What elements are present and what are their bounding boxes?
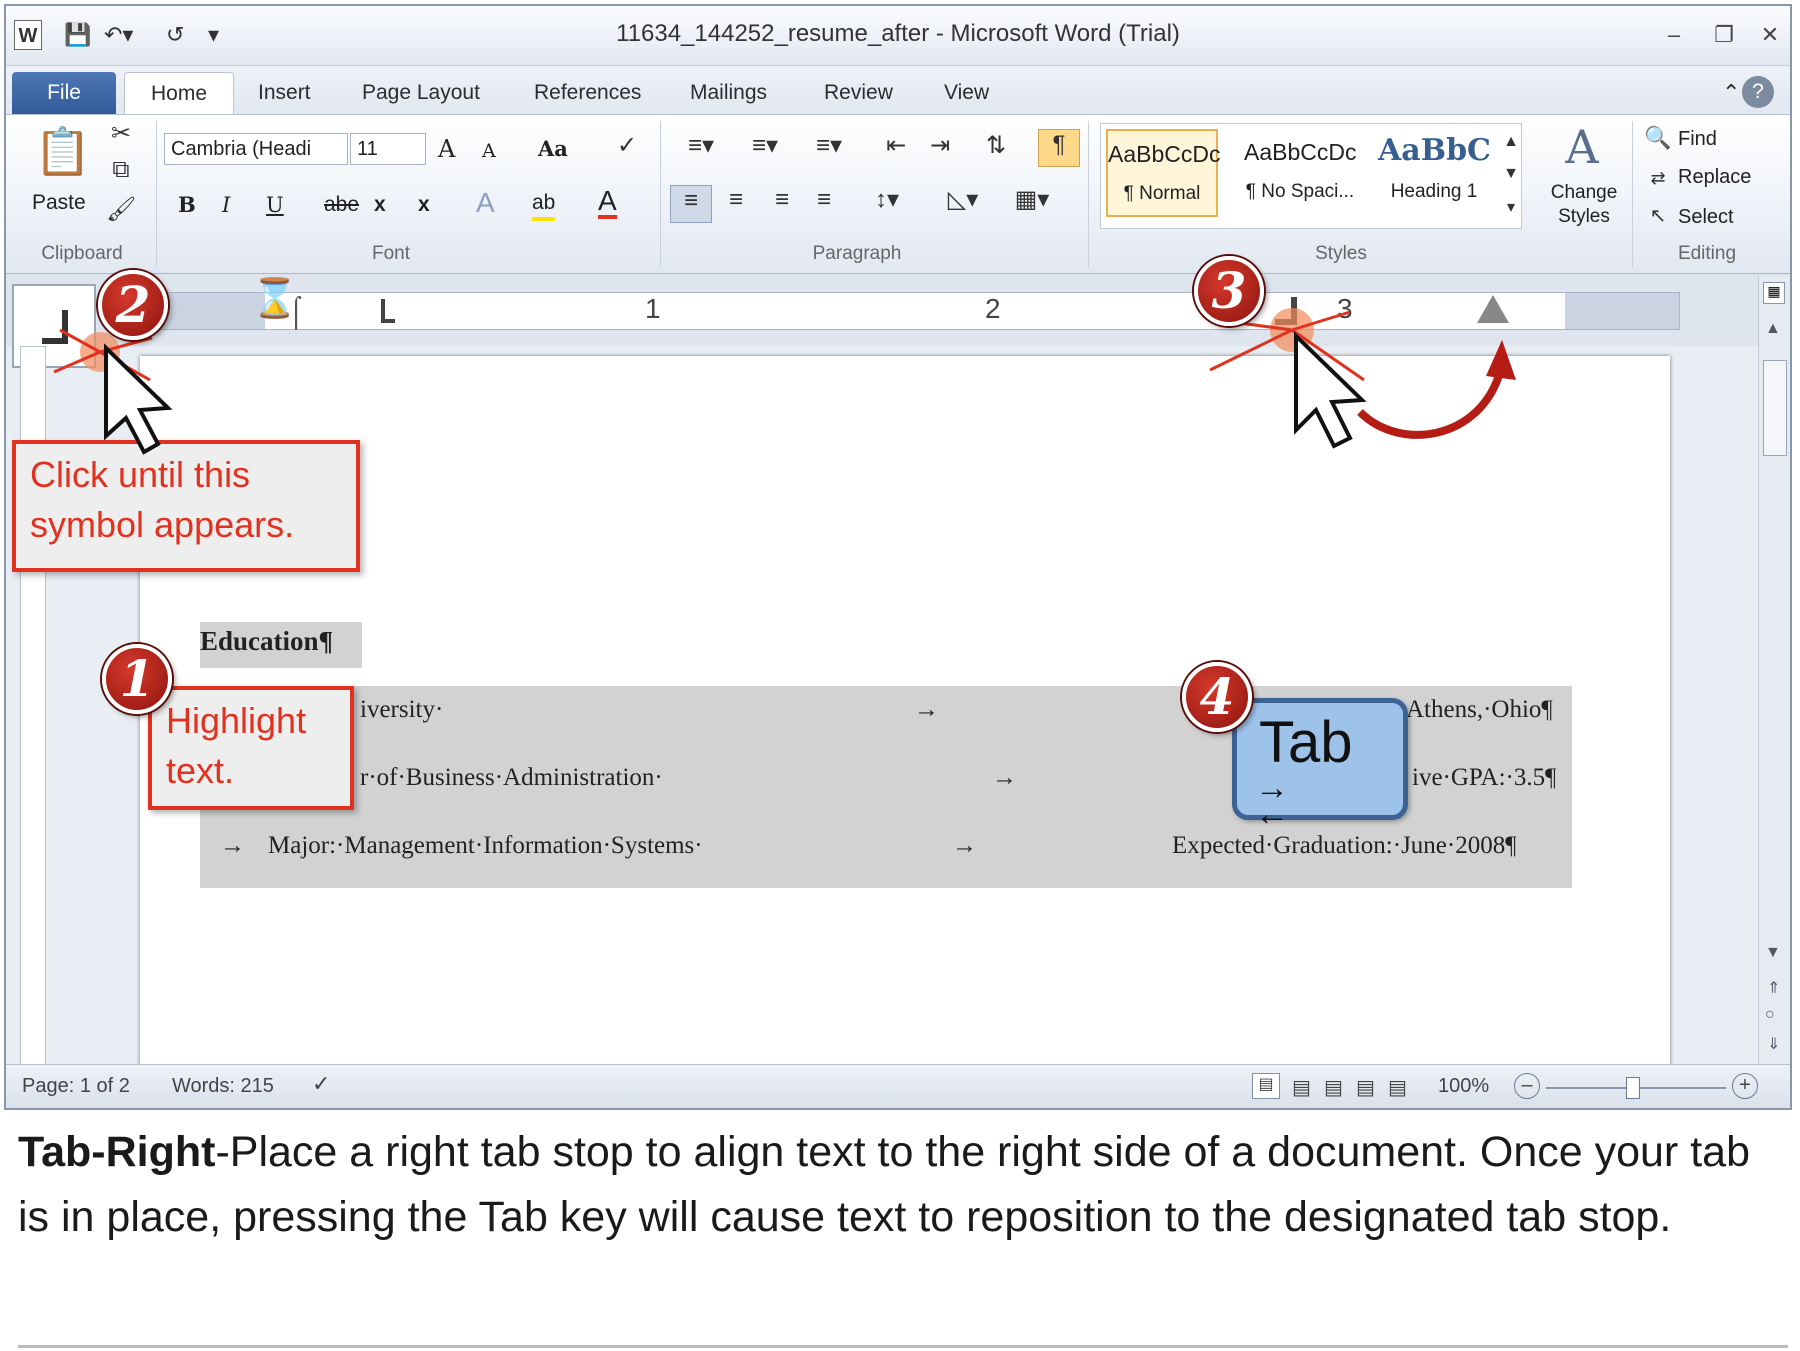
drag-arrow-icon: [1357, 370, 1504, 439]
step-badge-4: 4: [1182, 662, 1252, 732]
caption-body: -Place a right tab stop to align text to…: [18, 1128, 1750, 1241]
caption-text: Tab-Right-Place a right tab stop to alig…: [18, 1120, 1788, 1250]
divider: [18, 1345, 1788, 1348]
drag-arrow-head-icon: [1486, 340, 1516, 380]
caption-term: Tab-Right: [18, 1128, 216, 1176]
step-badge-2: 2: [98, 270, 168, 340]
mouse-pointer-icon: [1294, 331, 1367, 449]
mouse-pointer-icon: [104, 343, 173, 455]
step-badge-3: 3: [1194, 256, 1264, 326]
tutorial-slide: W 💾 ↶▾ ↺ ▾ 11634_144252_resume_after - M…: [0, 0, 1800, 1351]
step-badge-1: 1: [102, 644, 172, 714]
